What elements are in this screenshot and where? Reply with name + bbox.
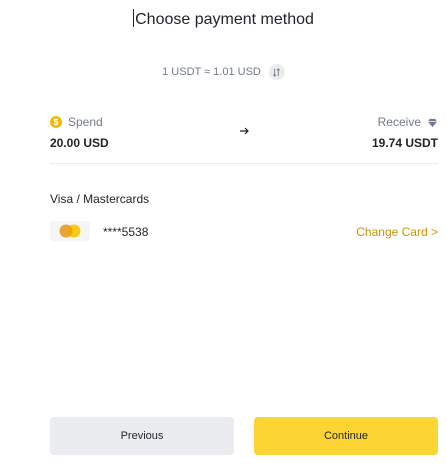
- card-logo-box: [50, 221, 90, 241]
- spend-label: Spend: [68, 115, 103, 129]
- change-card-link[interactable]: Change Card >: [356, 225, 438, 239]
- swap-rate-button[interactable]: [268, 64, 285, 80]
- receive-amount: 19.74 USDT: [371, 136, 438, 150]
- continue-button[interactable]: Continue: [254, 417, 438, 455]
- saved-card-row[interactable]: ****5538 Change Card >: [50, 220, 438, 244]
- previous-button[interactable]: Previous: [50, 417, 234, 455]
- receive-label: Receive: [377, 115, 421, 129]
- usdt-diamond-icon: [427, 118, 438, 127]
- arrow-right-icon: [240, 127, 249, 135]
- usd-coin-icon: $: [50, 116, 62, 128]
- spend-amount: 20.00 USD: [50, 136, 109, 150]
- exchange-rate-text: 1 USDT ≈ 1.01 USD: [162, 66, 261, 78]
- exchange-summary: $ Spend 20.00 USD Receive 19.74 USDT: [50, 113, 438, 164]
- text-cursor: [133, 9, 135, 27]
- swap-vertical-icon: [273, 67, 281, 77]
- page-title: Choose payment method: [0, 9, 447, 29]
- exchange-rate: 1 USDT ≈ 1.01 USD: [0, 64, 447, 80]
- payment-section-title: Visa / Mastercards: [50, 192, 150, 206]
- spend-label-group: $ Spend: [50, 115, 103, 129]
- card-number: ****5538: [103, 225, 149, 239]
- page-title-text: Choose payment method: [135, 11, 314, 28]
- receive-label-group: Receive: [378, 115, 438, 129]
- mastercard-logo-icon: [59, 224, 81, 238]
